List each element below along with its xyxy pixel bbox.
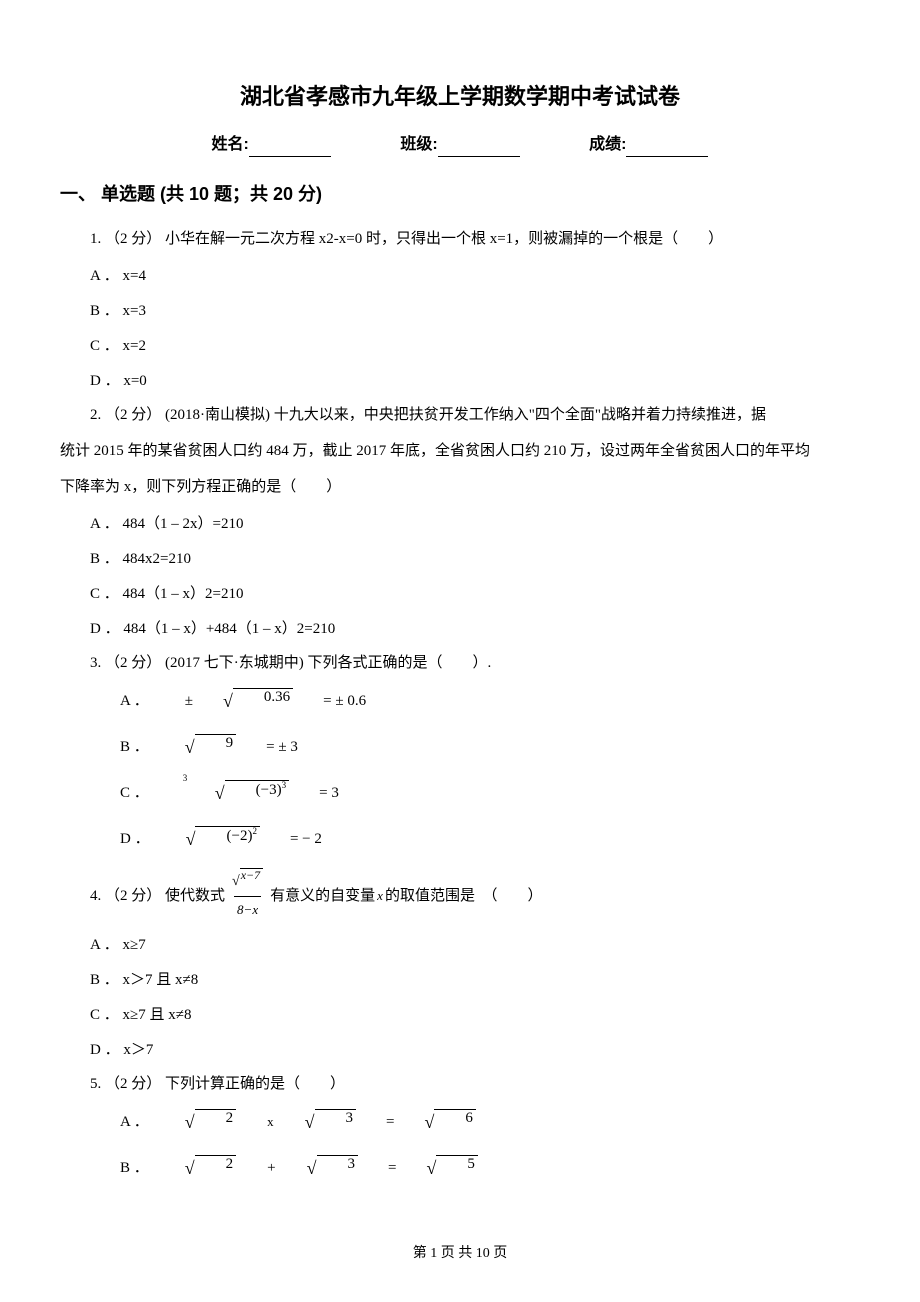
sqrt-icon: √2 [155,1109,236,1136]
q5-b-r2: 3 [317,1155,359,1182]
q2-stem-c: 下降率为 x，则下列方程正确的是（ ） [60,472,860,502]
page-title: 湖北省孝感市九年级上学期数学期中考试试卷 [60,80,860,113]
sqrt-icon: √0.36 [193,688,293,715]
q2-option-d: D ． 484（1 – x）+484（1 – x）2=210 [60,613,860,646]
q2-stem-a: 2. （2 分） (2018·南山模拟) 十九大以来，中央把扶贫开发工作纳入"四… [60,400,860,430]
q5-a-op: x [236,1112,275,1132]
q3-d-post: = − 2 [260,828,322,851]
q5-b-label: B ． [60,1157,149,1180]
sqrt-icon: √5 [396,1155,477,1182]
q5-a-label: A ． [60,1111,149,1134]
section-1-heading: 一、 单选题 (共 10 题；共 20 分) [60,181,860,208]
q3-a-radicand: 0.36 [233,688,293,715]
q5-stem: 5. （2 分） 下列计算正确的是（ ） [60,1069,860,1099]
q1-option-a: A ． x=4 [60,260,860,293]
sqrt-icon: √9 [155,734,236,761]
q5-b-op: + [236,1157,276,1180]
q3-c-label: C ． [60,782,149,805]
q3-c-post: = 3 [289,782,339,805]
q5-a-r1: 2 [195,1109,237,1136]
q3-a-label: A ． [60,690,149,713]
q3-b-label: B ． [60,736,149,759]
fraction-icon: √x−7 8−x [229,868,266,923]
q3-d-label: D ． [60,828,150,851]
cube-root-icon: √(−3)3 [185,780,289,807]
q5-a-r3: 6 [434,1109,476,1136]
page-footer: 第 1 页 共 10 页 [0,1243,920,1264]
q1-option-c: C ． x=2 [60,330,860,363]
q5-b-r1: 2 [195,1155,237,1182]
sqrt-icon: √3 [275,1109,356,1136]
q3-option-b: B ． √9 = ± 3 [60,730,860,764]
q4-x-var: x [375,883,385,909]
sqrt-icon: √(−2)2 [156,826,260,853]
q4-post1: 有意义的自变量 [270,881,375,911]
q5-option-a: A ． √2 x √3 = √6 [60,1105,860,1139]
score-blank [626,141,708,157]
q3-d-exp: 2 [252,826,257,836]
q4-option-b: B ． x＞7 且 x≠8 [60,964,860,997]
name-label: 姓名: [212,136,249,153]
q5-option-b: B ． √2 + √3 = √5 [60,1151,860,1185]
q3-c-exp: 3 [282,780,287,790]
sqrt-icon: √6 [395,1109,476,1136]
q3-a-post: = ± 0.6 [293,690,366,713]
pm-icon: ± [155,690,193,713]
q5-a-r2: 3 [315,1109,357,1136]
q1-option-d: D ． x=0 [60,365,860,398]
q4-num-radicand: x−7 [240,868,263,896]
name-blank [249,141,331,157]
cube-root-index: 3 [153,772,188,786]
q4-denominator: 8−x [234,896,261,923]
q3-option-a: A ． ± √0.36 = ± 0.6 [60,684,860,718]
q4-pre: 4. （2 分） 使代数式 [60,881,225,911]
q2-option-b: B ． 484x2=210 [60,543,860,576]
q4-option-a: A ． x≥7 [60,929,860,962]
score-label: 成绩: [589,136,626,153]
q1-stem: 1. （2 分） 小华在解一元二次方程 x2-x=0 时，只得出一个根 x=1，… [60,224,860,254]
class-blank [438,141,520,157]
q3-b-post: = ± 3 [236,736,298,759]
q3-d-base: (−2) [226,828,252,844]
q3-option-c: C ． 3 √(−3)3 = 3 [60,776,860,810]
q5-b-r3: 5 [436,1155,478,1182]
class-label: 班级: [400,136,437,153]
sqrt-icon: √3 [277,1155,358,1182]
q5-a-eq: = [356,1111,394,1134]
q2-stem-b: 统计 2015 年的某省贫困人口约 484 万，截止 2017 年底，全省贫困人… [60,436,860,466]
q3-c-base: (−3) [256,782,282,798]
student-info-line: 姓名: 班级: 成绩: [60,133,860,157]
q2-option-a: A ． 484（1 – 2x）=210 [60,508,860,541]
q4-stem: 4. （2 分） 使代数式 √x−7 8−x 有意义的自变量 x 的取值范围是 … [60,868,860,923]
q1-option-b: B ． x=3 [60,295,860,328]
q5-b-eq: = [358,1157,396,1180]
q3-b-radicand: 9 [195,734,237,761]
q2-option-c: C ． 484（1 – x）2=210 [60,578,860,611]
q3-stem: 3. （2 分） (2017 七下·东城期中) 下列各式正确的是（ ）. [60,648,860,678]
q4-post2: 的取值范围是 （ ） [385,881,543,911]
sqrt-icon: √2 [155,1155,236,1182]
q4-option-d: D ． x＞7 [60,1034,860,1067]
q3-option-d: D ． √(−2)2 = − 2 [60,822,860,856]
q4-option-c: C ． x≥7 且 x≠8 [60,999,860,1032]
